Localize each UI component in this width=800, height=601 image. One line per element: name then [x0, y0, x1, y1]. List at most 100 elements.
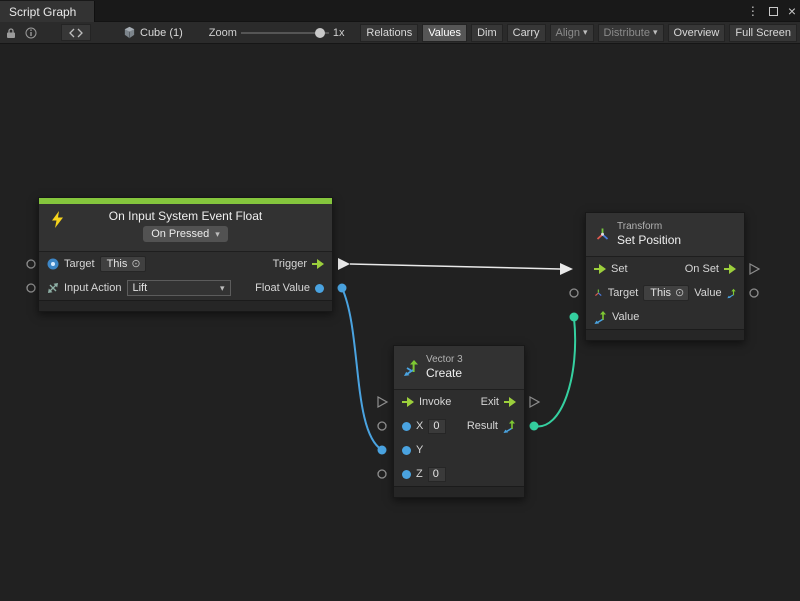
node-footer	[586, 329, 744, 340]
node-title: Create	[426, 366, 463, 381]
carry-button[interactable]: Carry	[507, 24, 546, 42]
lightning-icon	[51, 211, 64, 228]
graph-toolbar: Cube (1) Zoom 1x Relations Values Dim Ca…	[0, 22, 800, 44]
invoke-row: Invoke Exit	[394, 390, 524, 414]
set-input-arrow[interactable]	[560, 263, 573, 275]
node-vector3-create[interactable]: Vector 3 Create Invoke Exit X 0 Result Y…	[393, 345, 525, 498]
trigger-output-port[interactable]	[338, 258, 350, 270]
y-row: Y	[394, 438, 524, 462]
node-transform-set-position[interactable]: Transform Set Position Set On Set Target…	[585, 212, 745, 341]
y-label: Y	[416, 444, 423, 456]
lock-icon[interactable]	[3, 25, 19, 41]
node-footer	[39, 300, 332, 311]
on-set-outer-port[interactable]	[750, 264, 759, 274]
x-input[interactable]: 0	[428, 419, 446, 434]
vector3-node-header: Vector 3 Create	[394, 346, 524, 390]
set-row: Set On Set	[586, 257, 744, 281]
on-set-port-icon[interactable]	[724, 264, 736, 274]
node-title: Set Position	[617, 233, 681, 248]
overview-button[interactable]: Overview	[668, 24, 726, 42]
event-mode-dropdown[interactable]: On Pressed ▾	[143, 226, 228, 242]
align-button[interactable]: Align ▾	[550, 24, 594, 42]
result-outer-port[interactable]	[530, 422, 539, 431]
float-value-port[interactable]	[315, 284, 324, 293]
window-controls: ⋮ ×	[747, 0, 796, 22]
info-icon[interactable]	[23, 25, 39, 41]
node-category: Vector 3	[426, 354, 463, 367]
dropdown-caret-icon: ▾	[215, 230, 220, 239]
input-action-icon	[47, 282, 59, 294]
exit-label: Exit	[481, 396, 499, 408]
transform-target-object-field[interactable]: This ⊙	[643, 285, 689, 301]
cube-icon	[123, 26, 136, 39]
zoom-slider-knob[interactable]	[315, 28, 325, 38]
event-target-object-field[interactable]: This ⊙	[100, 256, 146, 272]
relations-button[interactable]: Relations	[360, 24, 418, 42]
value-outer-port[interactable]	[570, 313, 579, 322]
window-menu-icon[interactable]: ⋮	[747, 5, 759, 17]
graph-owner-button[interactable]: Cube (1)	[123, 26, 183, 39]
invoke-outer-port[interactable]	[378, 397, 387, 407]
vector3-type-icon[interactable]	[727, 287, 736, 300]
tab-title: Script Graph	[9, 5, 76, 19]
zoom-slider[interactable]	[241, 25, 329, 41]
values-button[interactable]: Values	[422, 24, 467, 42]
maximize-icon[interactable]	[769, 7, 778, 16]
vector3-type-icon[interactable]	[594, 311, 607, 324]
input-action-dropdown[interactable]: Lift ▾	[127, 280, 231, 296]
vector3-type-icon[interactable]	[503, 420, 516, 433]
event-target-outer-port[interactable]	[27, 260, 35, 268]
y-outer-port[interactable]	[378, 446, 387, 455]
x-label: X	[416, 420, 423, 432]
set-port-icon[interactable]	[594, 264, 606, 274]
zoom-label: Zoom	[209, 27, 237, 39]
distribute-button[interactable]: Distribute ▾	[598, 24, 664, 42]
object-picker-icon[interactable]: ⊙	[675, 288, 684, 299]
node-on-input-system-event-float[interactable]: On Input System Event Float On Pressed ▾…	[38, 197, 333, 312]
dropdown-caret-icon: ▾	[220, 284, 225, 293]
input-action-row: Input Action Lift ▾ Float Value	[39, 276, 332, 300]
edge-result-to-value[interactable]	[534, 318, 575, 426]
object-picker-icon[interactable]: ⊙	[131, 259, 140, 270]
x-outer-port[interactable]	[378, 422, 386, 430]
event-node-header: On Input System Event Float On Pressed ▾	[39, 204, 332, 252]
z-label: Z	[416, 468, 423, 480]
trigger-label: Trigger	[273, 258, 307, 270]
x-port[interactable]	[402, 422, 411, 431]
tab-script-graph[interactable]: Script Graph	[0, 1, 95, 22]
close-icon[interactable]: ×	[788, 4, 796, 18]
dim-button[interactable]: Dim	[471, 24, 503, 42]
result-label: Result	[467, 420, 498, 432]
trigger-port-icon[interactable]	[312, 259, 324, 269]
transform-target-row: Target This ⊙ Value	[586, 281, 744, 305]
z-input[interactable]: 0	[428, 467, 446, 482]
float-value-outer-port[interactable]	[338, 284, 347, 293]
event-action-outer-port[interactable]	[27, 284, 35, 292]
invoke-label: Invoke	[419, 396, 451, 408]
transform-mini-icon	[594, 287, 603, 299]
value-in-label: Value	[612, 311, 639, 323]
dropdown-caret-icon: ▾	[583, 28, 588, 37]
fullscreen-button[interactable]: Full Screen	[729, 24, 797, 42]
edge-floatvalue-to-y[interactable]	[342, 288, 382, 450]
tab-bar: Script Graph ⋮ ×	[0, 0, 800, 22]
transform-target-outer-port[interactable]	[570, 289, 578, 297]
edge-trigger-to-set[interactable]	[350, 264, 560, 269]
event-target-row: Target This ⊙ Trigger	[39, 252, 332, 276]
value-out-label: Value	[694, 287, 721, 299]
z-port[interactable]	[402, 470, 411, 479]
graph-owner-label: Cube (1)	[140, 27, 183, 39]
exit-port-icon[interactable]	[504, 397, 516, 407]
z-outer-port[interactable]	[378, 470, 386, 478]
exit-outer-port[interactable]	[530, 397, 539, 407]
sidebar-toggle-button[interactable]	[61, 24, 91, 41]
node-category: Transform	[617, 221, 681, 234]
y-port[interactable]	[402, 446, 411, 455]
invoke-port-icon[interactable]	[402, 397, 414, 407]
node-title: On Input System Event Float	[45, 209, 326, 223]
script-graph-window: Script Graph ⋮ × Cube (1) Zoom 1x Relati…	[0, 0, 800, 601]
dropdown-caret-icon: ▾	[653, 28, 658, 37]
float-value-label: Float Value	[255, 282, 310, 294]
node-footer	[394, 486, 524, 497]
transform-value-out-outer-port[interactable]	[750, 289, 758, 297]
